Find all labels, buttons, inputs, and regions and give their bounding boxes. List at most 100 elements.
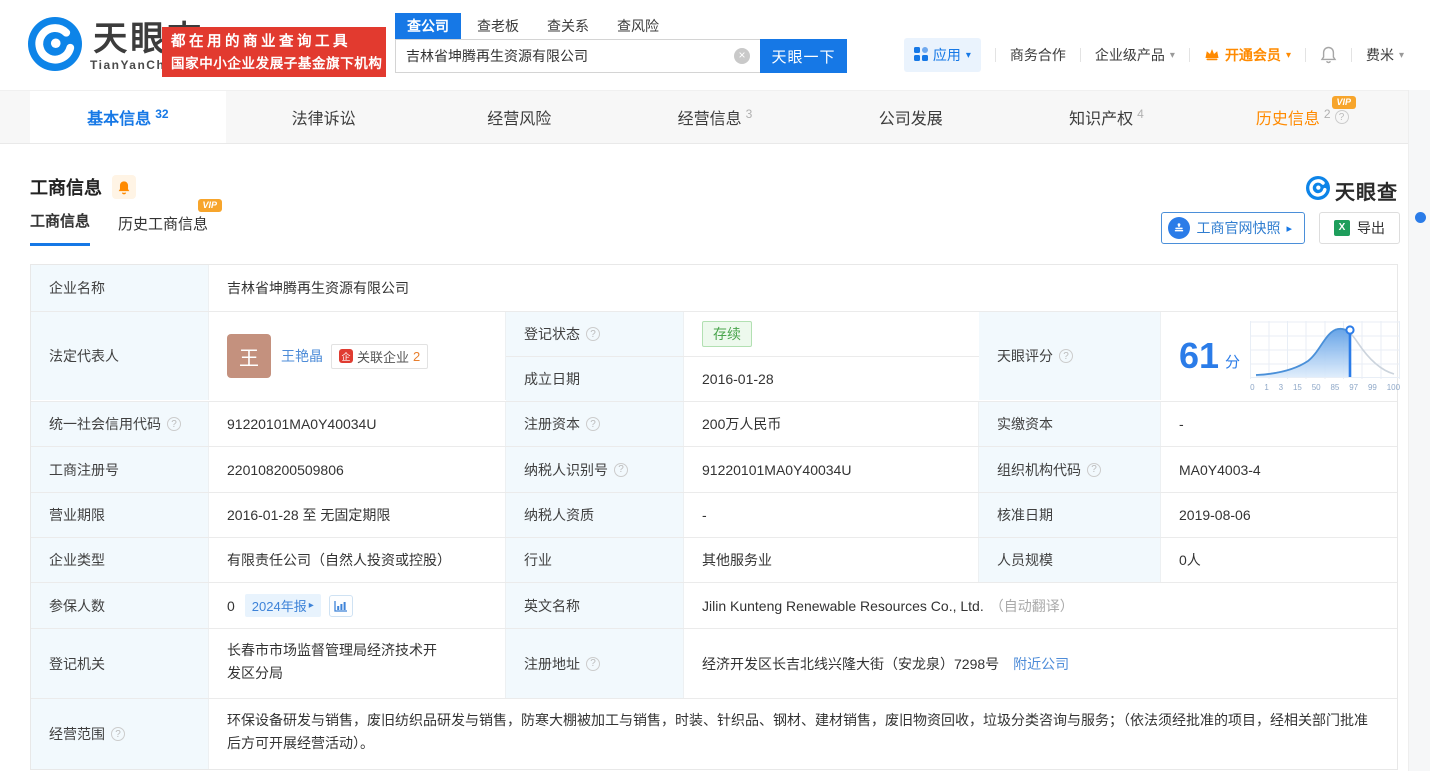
tab-basic-info[interactable]: 基本信息 32 xyxy=(30,91,226,143)
menu-divider xyxy=(1080,48,1081,62)
business-term-value: 2016-01-28 至 无固定期限 xyxy=(209,493,506,537)
search-type-tabs: 查公司 查老板 查关系 查风险 xyxy=(395,15,847,39)
business-scope-label: 经营范围 xyxy=(49,724,105,744)
approval-date-value: 2019-08-06 xyxy=(1161,493,1399,537)
help-icon[interactable]: ? xyxy=(1335,110,1349,124)
tab-operation-risk[interactable]: 经营风险 xyxy=(421,91,617,143)
business-scope-value: 环保设备研发与销售，废旧纺织品研发与销售，防寒大棚被加工与销售，时装、针织品、钢… xyxy=(209,699,1399,769)
right-scroll-rail[interactable] xyxy=(1408,90,1430,771)
insured-cell: 0 2024年报 ▸ xyxy=(209,583,506,628)
export-label: 导出 xyxy=(1357,218,1385,238)
approval-date-label: 核准日期 xyxy=(979,493,1161,537)
search-area: 查公司 查老板 查关系 查风险 × 天眼一下 xyxy=(395,15,847,73)
crown-icon xyxy=(1204,47,1220,64)
search-tab-risk[interactable]: 查风险 xyxy=(605,13,671,39)
nearby-companies-link[interactable]: 附近公司 xyxy=(1013,654,1069,674)
tab-history-info[interactable]: VIP 历史信息 2 ? xyxy=(1204,91,1400,143)
menu-user[interactable]: 费米 ▾ xyxy=(1366,45,1404,65)
subtab-history-business-info[interactable]: VIP 历史工商信息 xyxy=(118,213,208,246)
annual-report-label: 2024年报 xyxy=(252,596,307,615)
tick: 1 xyxy=(1264,383,1268,392)
floating-widget-dot[interactable] xyxy=(1415,212,1426,223)
tick: 97 xyxy=(1349,383,1358,392)
tab-company-development[interactable]: 公司发展 xyxy=(813,91,1009,143)
tab-history-info-label: 历史信息 xyxy=(1256,105,1320,129)
help-icon[interactable]: ? xyxy=(586,327,600,341)
promo-banner[interactable]: 都在用的商业查询工具 国家中小企业发展子基金旗下机构 xyxy=(162,27,386,77)
score-unit: 分 xyxy=(1225,351,1240,372)
related-companies-tag[interactable]: 企 关联企业 2 xyxy=(331,344,428,369)
menu-divider xyxy=(1305,48,1306,62)
tab-legal-proceedings-label: 法律诉讼 xyxy=(292,105,356,129)
watermark-brand-name: 天眼查 xyxy=(1335,176,1398,205)
score-label-cell: 天眼评分 ? xyxy=(979,312,1161,400)
promo-line-2: 国家中小企业发展子基金旗下机构 xyxy=(171,53,377,74)
clear-search-icon[interactable]: × xyxy=(734,48,750,64)
bell-icon xyxy=(117,180,131,195)
tab-intellectual-property[interactable]: 知识产权 4 xyxy=(1009,91,1205,143)
menu-open-vip[interactable]: 开通会员 ▾ xyxy=(1204,45,1291,65)
stamp-icon xyxy=(1168,217,1190,239)
taxpayer-id-value: 91220101MA0Y40034U xyxy=(684,447,979,492)
search-submit-button[interactable]: 天眼一下 xyxy=(760,39,847,73)
tab-count: 3 xyxy=(746,107,753,121)
help-icon[interactable]: ? xyxy=(1059,349,1073,363)
subtab-business-info[interactable]: 工商信息 xyxy=(30,210,90,246)
status-date-block: 登记状态 ? 存续 成立日期 2016-01-28 xyxy=(506,312,979,401)
tick: 85 xyxy=(1330,383,1339,392)
address-cell: 经济开发区长吉北线兴隆大街（安龙泉）7298号 附近公司 xyxy=(684,629,1399,698)
menu-apps[interactable]: 应用 ▾ xyxy=(904,38,981,72)
help-icon[interactable]: ? xyxy=(1087,463,1101,477)
table-row-business-term: 营业期限 2016-01-28 至 无固定期限 纳税人资质 - 核准日期 201… xyxy=(31,493,1397,538)
taxpayer-id-label-cell: 纳税人识别号 ? xyxy=(506,447,684,492)
chevron-down-icon: ▾ xyxy=(1399,50,1404,61)
legal-rep-label: 法定代表人 xyxy=(31,312,209,400)
menu-enterprise[interactable]: 企业级产品 ▾ xyxy=(1095,45,1175,65)
tick: 100 xyxy=(1387,383,1400,392)
tick: 0 xyxy=(1250,383,1254,392)
search-box: × xyxy=(395,39,760,73)
tab-count: 32 xyxy=(155,107,168,121)
search-input[interactable] xyxy=(395,39,760,73)
table-row-company-name: 企业名称 吉林省坤腾再生资源有限公司 xyxy=(31,265,1397,312)
tab-operation-info-label: 经营信息 xyxy=(678,105,742,129)
tab-legal-proceedings[interactable]: 法律诉讼 xyxy=(226,91,422,143)
org-code-label: 组织机构代码 xyxy=(997,460,1081,480)
search-tab-boss[interactable]: 查老板 xyxy=(465,13,531,39)
menu-user-label: 费米 xyxy=(1366,45,1394,65)
subscribe-bell-button[interactable] xyxy=(112,175,136,199)
vip-badge: VIP xyxy=(1332,96,1357,109)
establish-date-label: 成立日期 xyxy=(506,357,684,401)
company-nav-tabs: 基本信息 32 法律诉讼 经营风险 经营信息 3 公司发展 知识产权 4 VIP… xyxy=(0,90,1430,144)
main-content: 工商信息 天眼查 xyxy=(0,144,1430,770)
chevron-down-icon: ▾ xyxy=(966,50,971,61)
search-tab-relation[interactable]: 查关系 xyxy=(535,13,601,39)
tick: 3 xyxy=(1279,383,1283,392)
tab-operation-info[interactable]: 经营信息 3 xyxy=(617,91,813,143)
auto-translate-note: （自动翻译） xyxy=(990,596,1074,616)
help-icon[interactable]: ? xyxy=(586,657,600,671)
export-button[interactable]: X 导出 xyxy=(1319,212,1400,244)
help-icon[interactable]: ? xyxy=(614,463,628,477)
table-row-credit-code: 统一社会信用代码 ? 91220101MA0Y40034U 注册资本 ? 200… xyxy=(31,402,1397,447)
menu-cooperation[interactable]: 商务合作 xyxy=(1010,45,1066,65)
business-term-label: 营业期限 xyxy=(31,493,209,537)
help-icon[interactable]: ? xyxy=(586,417,600,431)
address-value: 经济开发区长吉北线兴隆大街（安龙泉）7298号 xyxy=(702,654,999,674)
arrow-right-icon: ▸ xyxy=(309,600,314,611)
insured-trend-button[interactable] xyxy=(329,595,353,617)
tab-intellectual-property-label: 知识产权 xyxy=(1069,105,1133,129)
org-code-label-cell: 组织机构代码 ? xyxy=(979,447,1161,492)
credit-code-value: 91220101MA0Y40034U xyxy=(209,402,506,446)
legal-rep-name-link[interactable]: 王艳晶 xyxy=(281,346,323,366)
help-icon[interactable]: ? xyxy=(167,417,181,431)
notification-bell[interactable] xyxy=(1320,46,1337,64)
subtab-row: 工商信息 VIP 历史工商信息 工商官网快照 ▸ xyxy=(30,212,1400,260)
official-snapshot-button[interactable]: 工商官网快照 ▸ xyxy=(1161,212,1305,244)
search-tab-company[interactable]: 查公司 xyxy=(395,13,461,39)
annual-report-badge[interactable]: 2024年报 ▸ xyxy=(245,594,321,617)
legal-rep-avatar[interactable]: 王 xyxy=(227,334,271,378)
establish-date-row: 成立日期 2016-01-28 xyxy=(506,357,979,401)
help-icon[interactable]: ? xyxy=(111,727,125,741)
tianyancha-swirl-icon xyxy=(1306,176,1330,205)
